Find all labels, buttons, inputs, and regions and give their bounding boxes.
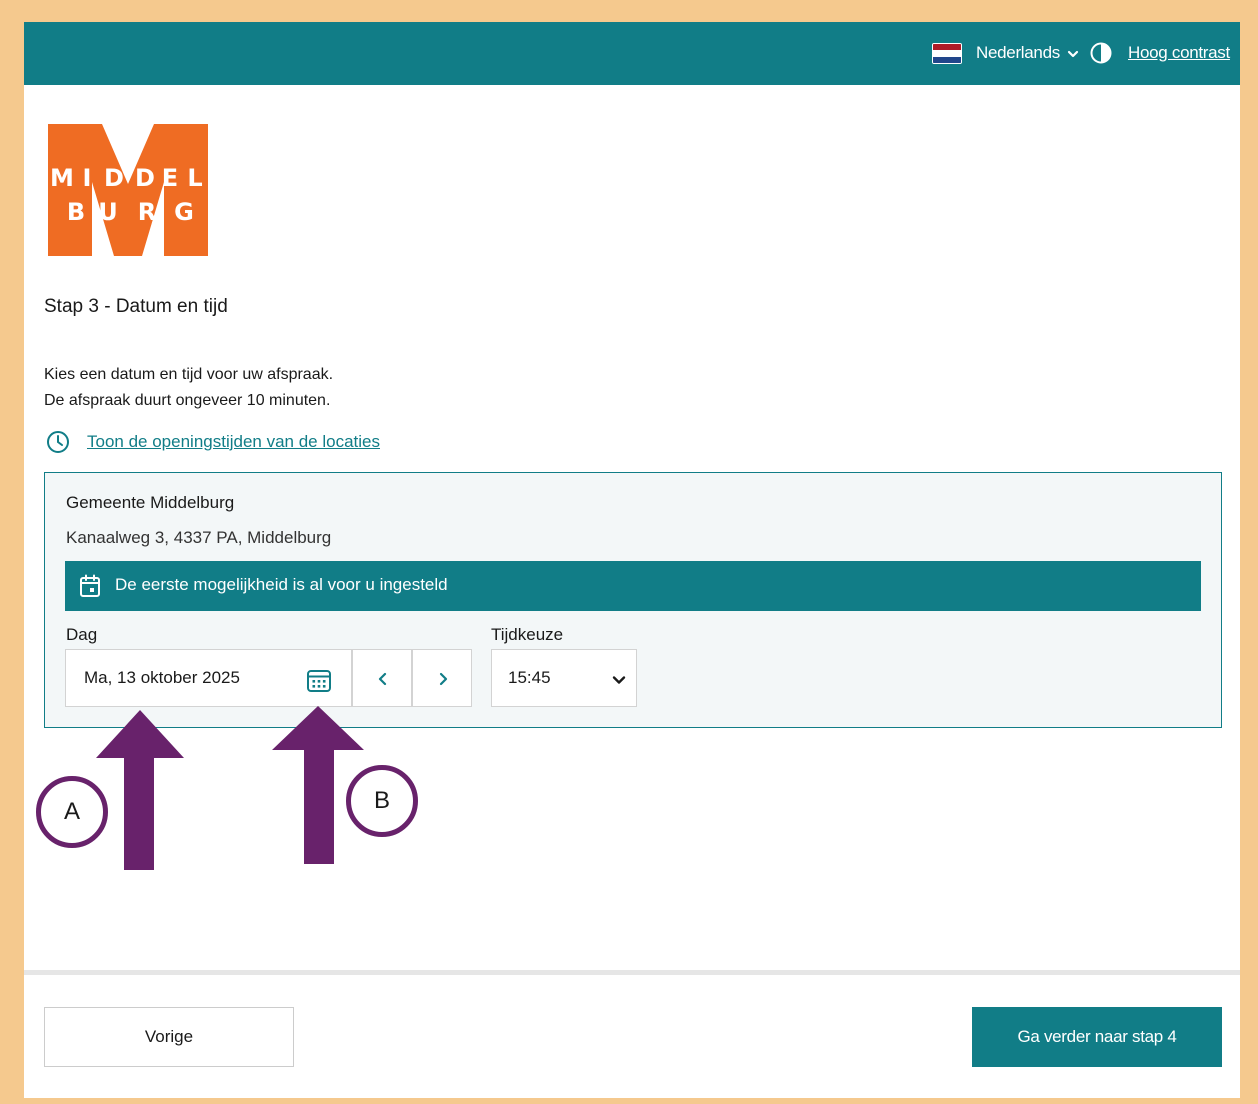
time-value: 15:45 [508,668,551,687]
calendar-icon [80,574,100,597]
svg-text:U: U [98,198,118,226]
calendar-picker-icon[interactable] [306,667,332,693]
location-name: Gemeente Middelburg [66,493,235,512]
chevron-left-icon [378,672,387,686]
contrast-icon[interactable] [1090,42,1112,64]
svg-text:R: R [138,198,156,226]
svg-text:D: D [135,164,155,192]
banner-text: De eerste mogelijkheid is al voor u inge… [115,575,448,594]
intro-text: Kies een datum en tijd voor uw afspraak.… [44,362,333,414]
dutch-flag-icon [932,43,962,64]
opening-hours-link[interactable]: Toon de openingstijden van de locaties [87,432,380,452]
svg-text:L: L [187,164,202,192]
intro-line-2: De afspraak duurt ongeveer 10 minuten. [44,392,331,409]
top-bar: Nederlands Hoog contrast [24,22,1240,85]
intro-line-1: Kies een datum en tijd voor uw afspraak. [44,366,334,383]
day-label: Dag [66,625,98,644]
svg-text:E: E [162,164,178,192]
previous-button[interactable]: Vorige [44,1007,294,1067]
svg-text:I: I [83,164,92,192]
marker-b: B [346,765,418,837]
svg-text:D: D [104,164,124,192]
location-card: Gemeente Middelburg Kanaalweg 3, 4337 PA… [44,472,1222,728]
next-step-button[interactable]: Ga verder naar stap 4 [972,1007,1222,1067]
svg-text:G: G [174,198,194,226]
chevron-down-icon [1068,50,1079,57]
svg-text:M: M [50,164,74,192]
language-label: Nederlands [976,43,1060,62]
middelburg-logo: M I D D E L B U R G [48,124,208,256]
date-input[interactable]: Ma, 13 oktober 2025 [65,649,352,707]
next-day-button[interactable] [412,649,472,707]
location-address: Kanaalweg 3, 4337 PA, Middelburg [66,528,332,547]
time-label: Tijdkeuze [491,625,564,644]
page-frame: Nederlands Hoog contrast M I D D E L B U… [24,22,1240,1098]
footer-divider [24,970,1240,975]
clock-icon [47,431,69,453]
previous-day-button[interactable] [352,649,412,707]
chevron-down-icon [612,676,626,684]
time-select[interactable]: 15:45 [491,649,637,707]
chevron-right-icon [439,672,448,686]
marker-a: A [36,776,108,848]
language-selector[interactable]: Nederlands [976,43,1080,63]
first-availability-banner: De eerste mogelijkheid is al voor u inge… [65,561,1201,611]
high-contrast-link[interactable]: Hoog contrast [1128,43,1230,63]
date-value: Ma, 13 oktober 2025 [84,668,240,687]
svg-text:B: B [67,198,85,226]
step-title: Stap 3 - Datum en tijd [44,296,228,317]
